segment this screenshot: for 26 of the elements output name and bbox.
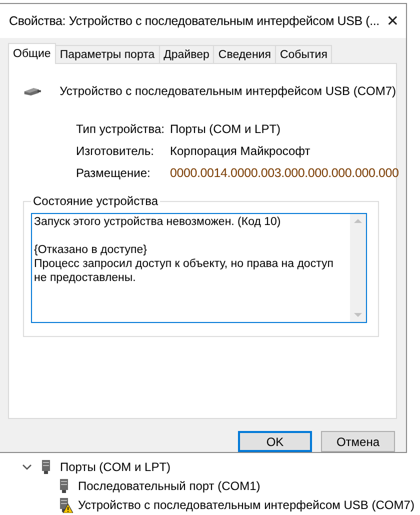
tree-item[interactable]: Последовательный порт (COM1) bbox=[78, 478, 260, 492]
property-label: Тип устройства: bbox=[76, 122, 166, 136]
device-name: Устройство с последовательным интерфейсом USB (COM7) bbox=[60, 84, 396, 98]
dialog-button[interactable]: Отмена bbox=[321, 431, 395, 452]
status-message: Запуск этого устройства невозможен. (Код 10) {Отказано в доступе} Процесс запросил доступ к объекту, но права на доступ не предоставлены. bbox=[34, 215, 334, 285]
expand-caret-icon[interactable] bbox=[22, 462, 32, 472]
group-title: Состояние устройства bbox=[31, 194, 160, 208]
scroll-up-icon[interactable] bbox=[354, 218, 362, 223]
tab[interactable]: Параметры порта bbox=[54, 45, 160, 63]
tree-item[interactable]: Порты (COM и LPT) bbox=[60, 460, 171, 474]
status-text-box[interactable]: Запуск этого устройства невозможен. (Код 10) {Отказано в доступе} Процесс запросил доступ к объекту, но права на доступ не предоставлены. bbox=[31, 213, 367, 323]
close-button[interactable]: ✕ bbox=[379, 4, 406, 38]
scroll-down-icon[interactable] bbox=[354, 313, 362, 318]
property-label: Размещение: bbox=[76, 166, 152, 180]
window-title: Свойства: Устройство с последовательным интерфейсом USB (... bbox=[9, 14, 380, 28]
property-value: 0000.0014.0000.003.000.000.000.000.000 bbox=[170, 166, 399, 180]
tab[interactable]: События bbox=[274, 45, 332, 63]
property-value: Корпорация Майкрософт bbox=[170, 144, 312, 158]
dialog-button[interactable]: OK bbox=[238, 431, 312, 452]
tab[interactable]: Общие bbox=[8, 43, 56, 64]
tab[interactable]: Сведения bbox=[213, 45, 276, 63]
property-value: Порты (COM и LPT) bbox=[170, 122, 282, 136]
tree-item[interactable]: Устройство с последовательным интерфейсом USB (COM7) bbox=[78, 498, 414, 512]
property-label: Изготовитель: bbox=[76, 144, 155, 158]
tab[interactable]: Драйвер bbox=[158, 45, 214, 63]
scrollbar[interactable] bbox=[350, 214, 366, 322]
